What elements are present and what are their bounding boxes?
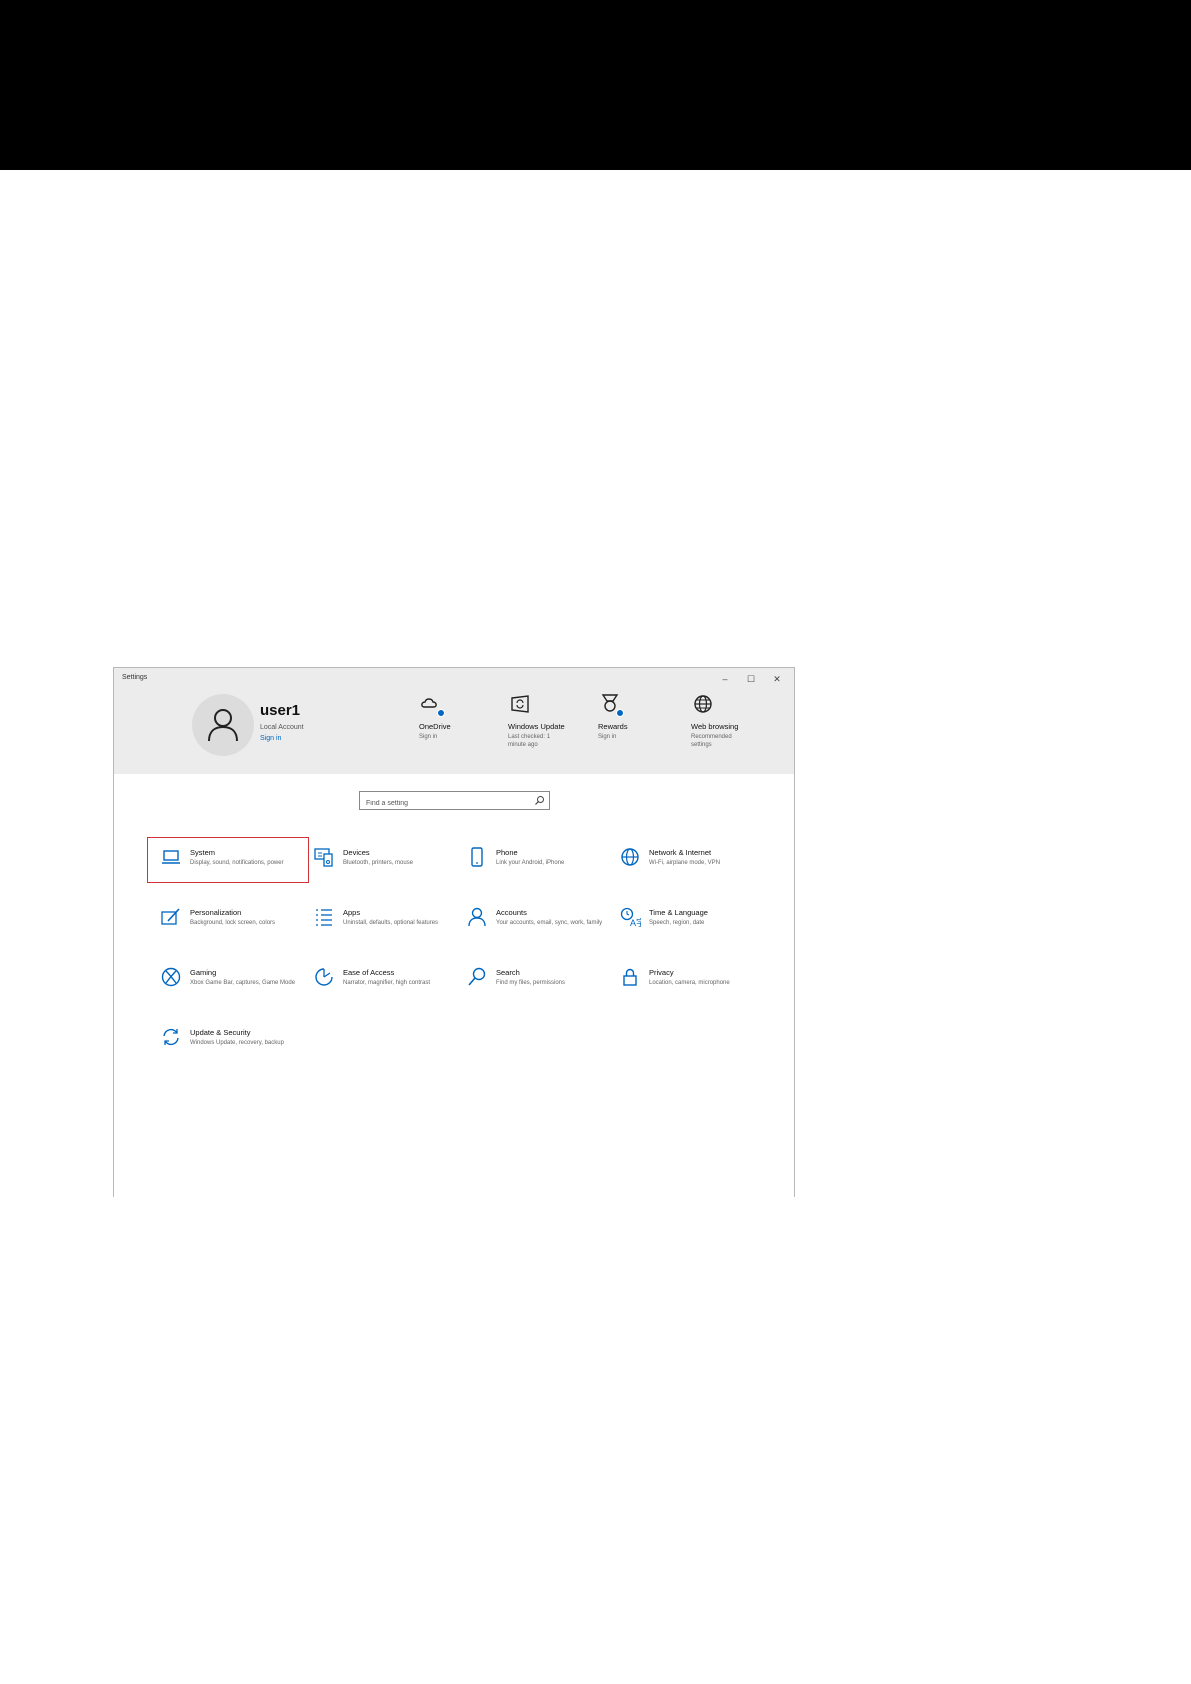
window-title: Settings: [122, 674, 148, 681]
search-box[interactable]: [359, 791, 550, 812]
tile-desc: Background, lock screen, colors: [190, 920, 276, 926]
quick-link-sub: Sign in: [419, 734, 438, 740]
tile-system[interactable]: System Display, sound, notifications, po…: [147, 837, 309, 883]
tile-search[interactable]: Search Find my files, permissions: [454, 958, 614, 1002]
search-icon[interactable]: [534, 795, 545, 806]
tile-apps[interactable]: Apps Uninstall, defaults, optional featu…: [301, 898, 461, 942]
personalization-icon: [160, 906, 182, 928]
person-icon: [466, 906, 488, 928]
minimize-button[interactable]: –: [712, 670, 738, 688]
settings-window: Settings – ☐ ✕ user1 Local Account Sign …: [113, 667, 795, 1197]
tile-name: Devices: [343, 848, 370, 857]
person-icon: [208, 709, 238, 742]
tile-name: Network & Internet: [649, 848, 712, 857]
quick-link-sub: Recommended settings: [691, 734, 732, 748]
tile-desc: Uninstall, defaults, optional features: [343, 920, 439, 926]
phone-icon: [466, 846, 488, 868]
tile-desc: Narrator, magnifier, high contrast: [343, 980, 431, 986]
tile-time-language[interactable]: A字 Time & Language Speech, region, date: [607, 898, 767, 942]
apps-list-icon: [313, 906, 335, 928]
quick-link-label: Rewards: [598, 722, 628, 731]
quick-link-windows-update[interactable]: Windows Update Last checked: 1 minute ag…: [508, 692, 588, 749]
tile-desc: Find my files, permissions: [496, 980, 566, 986]
tile-desc: Location, camera, microphone: [649, 980, 730, 986]
time-language-icon: A字: [619, 906, 641, 928]
account-signin-link[interactable]: Sign in: [260, 735, 281, 742]
search-input[interactable]: [360, 795, 525, 812]
tile-name: Update & Security: [190, 1028, 251, 1037]
xbox-icon: [160, 966, 182, 988]
maximize-button[interactable]: ☐: [738, 670, 764, 688]
tile-name: Search: [496, 968, 520, 977]
tile-name: Time & Language: [649, 908, 708, 917]
tile-desc: Your accounts, email, sync, work, family: [496, 920, 603, 926]
quick-link-sub: Sign in: [598, 734, 617, 740]
tile-name: Ease of Access: [343, 968, 395, 977]
quick-link-sub: Last checked: 1 minute ago: [508, 734, 551, 748]
tile-phone[interactable]: Phone Link your Android, iPhone: [454, 838, 614, 882]
svg-text:A字: A字: [630, 917, 641, 928]
tile-desc: Speech, region, date: [649, 920, 705, 926]
account-type: Local Account: [260, 724, 304, 731]
tile-devices[interactable]: Devices Bluetooth, printers, mouse: [301, 838, 461, 882]
window-controls: – ☐ ✕: [712, 670, 790, 688]
tile-desc: Windows Update, recovery, backup: [190, 1040, 284, 1046]
search-icon: [466, 966, 488, 988]
globe-icon: [619, 846, 641, 868]
tile-name: Phone: [496, 848, 518, 857]
tile-name: Gaming: [190, 968, 217, 977]
tile-name: Privacy: [649, 968, 674, 977]
tile-accounts[interactable]: Accounts Your accounts, email, sync, wor…: [454, 898, 614, 942]
quick-link-web-browsing[interactable]: Web browsing Recommended settings: [691, 692, 771, 749]
tile-update-security[interactable]: Update & Security Windows Update, recove…: [148, 1018, 308, 1062]
quick-link-label: Web browsing: [691, 722, 739, 731]
lock-icon: [619, 966, 641, 988]
quick-link-label: OneDrive: [419, 722, 451, 731]
quick-link-label: Windows Update: [508, 722, 565, 731]
user-name: user1: [260, 702, 301, 719]
onedrive-cloud-icon: [419, 692, 445, 717]
account-header: user1 Local Account Sign in OneDrive Sig…: [114, 690, 794, 774]
title-bar: Settings – ☐ ✕: [114, 668, 794, 690]
tile-desc: Display, sound, notifications, power: [190, 860, 284, 866]
windows-update-icon: [508, 692, 532, 716]
tile-ease-of-access[interactable]: Ease of Access Narrator, magnifier, high…: [301, 958, 461, 1002]
ease-of-access-icon: [313, 966, 335, 988]
tile-desc: Bluetooth, printers, mouse: [343, 860, 414, 866]
avatar[interactable]: [192, 694, 254, 756]
sync-arrows-icon: [160, 1026, 182, 1048]
quick-link-onedrive[interactable]: OneDrive Sign in: [419, 692, 499, 741]
tile-desc: Link your Android, iPhone: [496, 860, 565, 866]
top-black-banner: [0, 0, 1191, 170]
tile-personalization[interactable]: Personalization Background, lock screen,…: [148, 898, 308, 942]
rewards-medal-icon: [598, 692, 624, 717]
tile-desc: Wi-Fi, airplane mode, VPN: [649, 860, 721, 866]
tile-name: Personalization: [190, 908, 242, 917]
tile-name: Apps: [343, 908, 361, 917]
globe-icon: [691, 692, 715, 716]
tile-privacy[interactable]: Privacy Location, camera, microphone: [607, 958, 767, 1002]
tile-desc: Xbox Game Bar, captures, Game Mode: [190, 980, 296, 986]
quick-link-rewards[interactable]: Rewards Sign in: [598, 692, 678, 741]
tile-name: Accounts: [496, 908, 527, 917]
devices-icon: [313, 846, 335, 868]
tile-gaming[interactable]: Gaming Xbox Game Bar, captures, Game Mod…: [148, 958, 308, 1002]
tile-name: System: [190, 848, 216, 857]
close-button[interactable]: ✕: [764, 670, 790, 688]
laptop-icon: [160, 846, 182, 868]
tile-network-internet[interactable]: Network & Internet Wi-Fi, airplane mode,…: [607, 838, 767, 882]
